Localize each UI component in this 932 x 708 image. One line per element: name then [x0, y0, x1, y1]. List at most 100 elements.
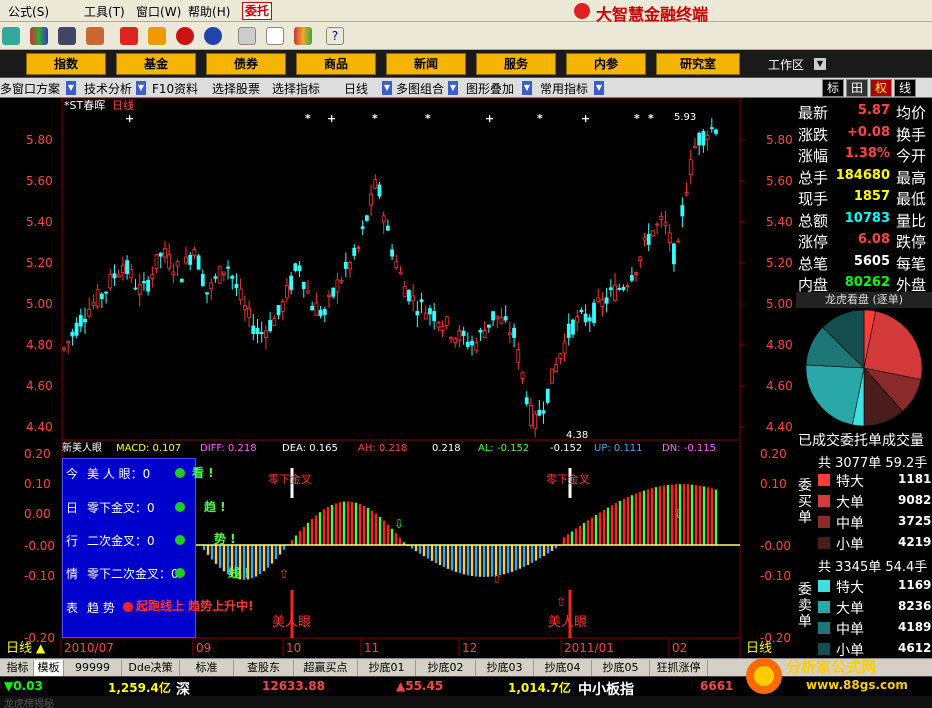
- candle-body: [587, 317, 592, 321]
- candle-body: [617, 288, 622, 290]
- tab-6[interactable]: 超赢买点: [294, 660, 358, 676]
- tab-4[interactable]: 标准: [180, 660, 234, 676]
- alert-icon[interactable]: [86, 27, 104, 45]
- y-tick: 5.00: [766, 297, 793, 311]
- tab-rights[interactable]: 权: [870, 79, 892, 97]
- menu-help[interactable]: 帮助(H): [188, 3, 230, 20]
- macd-bar: [354, 502, 358, 545]
- macd-bar: [338, 502, 342, 545]
- color-swatch: [818, 474, 830, 486]
- y-tick: 4.40: [766, 420, 793, 434]
- candle-body: [104, 291, 108, 294]
- func-overlay[interactable]: 图形叠加: [466, 80, 514, 97]
- tab-2[interactable]: 99999: [64, 660, 122, 676]
- candle-body: [667, 232, 672, 244]
- menu-tools[interactable]: 工具(T): [84, 3, 125, 20]
- macd-bar: [426, 545, 430, 559]
- tab-9[interactable]: 抄底03: [476, 660, 534, 676]
- dragon-panel-title[interactable]: 龙虎看盘 (逐单): [796, 292, 932, 308]
- entrust-button[interactable]: 委托: [242, 2, 272, 20]
- func-f10[interactable]: F10资料: [152, 80, 198, 97]
- func-common-indicator[interactable]: 常用指标: [540, 80, 588, 97]
- nav-bond[interactable]: 债券: [206, 53, 286, 75]
- macd-bar: [394, 533, 398, 545]
- chevron-down-icon[interactable]: ▼: [594, 81, 604, 95]
- func-select-indicator[interactable]: 选择指标: [272, 80, 320, 97]
- menu-window[interactable]: 窗口(W): [136, 3, 181, 20]
- candle-body: [604, 297, 609, 304]
- diamond-icon[interactable]: [148, 27, 166, 45]
- workzone-label[interactable]: 工作区: [768, 56, 804, 73]
- candle-body: [137, 283, 142, 295]
- macd-bar: [470, 545, 474, 576]
- macd-bar: [498, 545, 502, 576]
- func-multi-window[interactable]: 多窗口方案: [0, 80, 60, 97]
- macd-bar: [458, 545, 462, 574]
- nav-research[interactable]: 研究室: [656, 53, 740, 75]
- candle-body: [520, 372, 525, 379]
- candle-body: [423, 312, 428, 320]
- candle-body: [714, 129, 718, 134]
- chevron-down-icon[interactable]: ▼: [522, 81, 532, 95]
- tab-12[interactable]: 狂抓涨停: [650, 660, 708, 676]
- blue-circle-icon[interactable]: [204, 27, 222, 45]
- quote-value: 10783: [844, 210, 890, 226]
- tab-grid[interactable]: 田: [846, 79, 868, 97]
- candle-body: [398, 271, 403, 275]
- window-icon[interactable]: [266, 27, 284, 45]
- tab-5[interactable]: 查股东: [234, 660, 294, 676]
- bottom-period-left[interactable]: 日线: [6, 641, 32, 656]
- macd-bar: [222, 545, 226, 572]
- tab-0[interactable]: 指标: [2, 660, 34, 676]
- chevron-down-icon[interactable]: ▼: [136, 81, 146, 95]
- chevron-down-icon[interactable]: ▼: [66, 81, 76, 95]
- y-tick: 5.20: [766, 256, 793, 270]
- help-icon[interactable]: ?: [326, 27, 344, 45]
- dragon-icon[interactable]: [120, 27, 138, 45]
- candle-body: [453, 337, 458, 344]
- macd-bar: [518, 545, 522, 569]
- quote-label: 涨幅: [798, 147, 829, 165]
- tab-1[interactable]: 模板: [34, 660, 64, 676]
- candle-body: [293, 263, 298, 271]
- candle-body: [179, 278, 184, 283]
- tab-10[interactable]: 抄底04: [534, 660, 592, 676]
- bars-icon[interactable]: [30, 27, 48, 45]
- tab-11[interactable]: 抄底05: [592, 660, 650, 676]
- macd-bar: [562, 537, 566, 545]
- macd-bar: [634, 493, 638, 545]
- nav-bar: 指数 基金 债券 商品 新闻 服务 内参 研究室 工作区 ▼: [0, 50, 932, 78]
- nav-index[interactable]: 指数: [26, 53, 106, 75]
- nav-fund[interactable]: 基金: [116, 53, 196, 75]
- clipboard-icon[interactable]: [238, 27, 256, 45]
- macd-bar: [446, 545, 450, 569]
- chevron-down-icon[interactable]: ▼: [448, 81, 458, 95]
- chevron-down-icon[interactable]: ▼: [382, 81, 392, 95]
- books-icon[interactable]: [294, 27, 312, 45]
- candle-body: [133, 287, 138, 290]
- func-select-stock[interactable]: 选择股票: [212, 80, 260, 97]
- candle-body: [394, 261, 399, 269]
- func-multi-chart[interactable]: 多图组合: [396, 80, 444, 97]
- triangle-up-icon[interactable]: ▲: [36, 641, 46, 655]
- workzone-dropdown-icon[interactable]: ▼: [814, 58, 826, 70]
- tab-line[interactable]: 线: [894, 79, 916, 97]
- chart-icon[interactable]: [2, 27, 20, 45]
- tab-8[interactable]: 抄底02: [416, 660, 476, 676]
- nav-commodity[interactable]: 商品: [296, 53, 376, 75]
- binoculars-icon[interactable]: [58, 27, 76, 45]
- red-circle-icon[interactable]: [176, 27, 194, 45]
- done-volume-label: 已成交委托单成交量: [798, 433, 924, 449]
- menu-formula[interactable]: 公式(S): [8, 3, 49, 20]
- v1-value: 0.218: [432, 443, 461, 454]
- tab-7[interactable]: 抄底01: [358, 660, 416, 676]
- macd-bar: [714, 489, 718, 545]
- func-daily[interactable]: 日线: [344, 80, 368, 97]
- y-tick: 4.80: [766, 338, 793, 352]
- tab-mark[interactable]: 标: [822, 79, 844, 97]
- nav-service[interactable]: 服务: [476, 53, 556, 75]
- nav-insider[interactable]: 内参: [566, 53, 646, 75]
- tab-3[interactable]: Dde决策: [122, 660, 180, 676]
- nav-news[interactable]: 新闻: [386, 53, 466, 75]
- func-tech-analysis[interactable]: 技术分析: [84, 80, 132, 97]
